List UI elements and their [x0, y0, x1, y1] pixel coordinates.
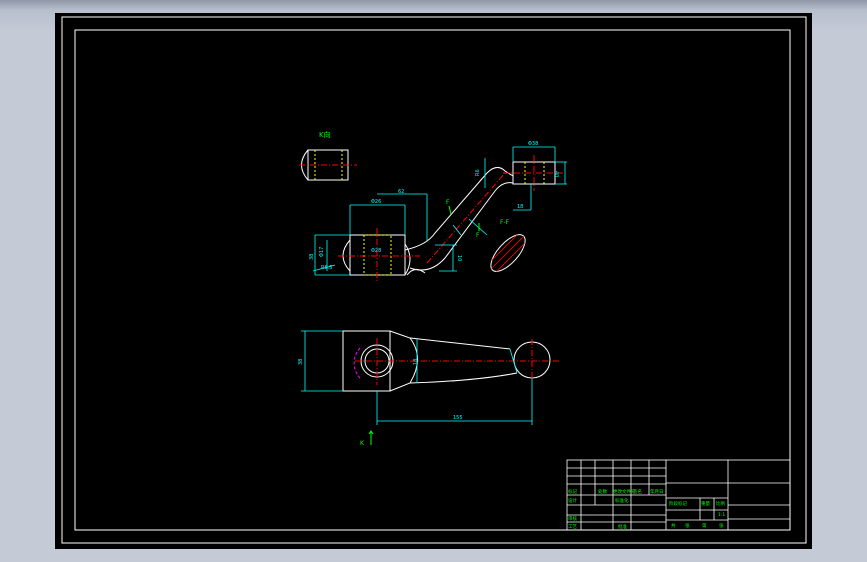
section-f-marks[interactable]: F F	[446, 199, 480, 239]
tb-no: 第	[702, 522, 707, 529]
tb-sheet-unit-1: 张	[685, 522, 690, 529]
k-view[interactable]: K向	[299, 130, 357, 181]
tb-approve: 批准	[618, 523, 627, 530]
svg-text:R6: R6	[475, 169, 481, 176]
svg-text:R6.5: R6.5	[321, 265, 332, 271]
outer-border	[61, 16, 807, 544]
tb-scale-value: 1:1	[718, 512, 725, 518]
drawing-sheet[interactable]: K向 Φ38 40 R6 18 Φ26 62 Φ28 38 Φ17 R6.5 1…	[55, 13, 812, 549]
svg-text:38: 38	[309, 254, 315, 260]
top-view[interactable]	[342, 330, 560, 392]
title-block-text: 标记 处数 更改文件号 签名 年月日 设计 标准化 审核 工艺 批准 阶段标记 …	[568, 488, 725, 530]
tb-standard: 标准化	[615, 497, 629, 504]
inner-border	[74, 29, 791, 531]
svg-text:10: 10	[456, 255, 462, 261]
section-view-label: F-F	[500, 219, 510, 226]
tb-sign: 签名	[633, 488, 642, 495]
svg-text:62: 62	[398, 189, 404, 195]
k-view-label: K向	[319, 130, 331, 139]
top-dimensions	[301, 330, 533, 425]
svg-text:Φ28: Φ28	[371, 248, 381, 254]
tb-total: 共	[671, 522, 676, 529]
tb-count: 处数	[598, 488, 607, 495]
title-block[interactable]	[566, 459, 791, 531]
tb-sheet-unit-2: 张	[719, 522, 724, 529]
section-ellipse	[490, 234, 526, 272]
svg-text:18: 18	[413, 359, 419, 365]
svg-text:Φ26: Φ26	[371, 199, 381, 205]
tb-review: 审核	[568, 515, 577, 522]
front-view[interactable]	[338, 155, 563, 283]
tb-mark: 标记	[568, 488, 577, 495]
top-dimension-text: 38 155 18	[298, 359, 463, 421]
cad-viewer: K向 Φ38 40 R6 18 Φ26 62 Φ28 38 Φ17 R6.5 1…	[0, 0, 867, 562]
svg-text:40: 40	[553, 171, 559, 177]
svg-text:155: 155	[453, 415, 463, 421]
tb-stage: 阶段标记	[669, 500, 687, 507]
svg-text:18: 18	[517, 204, 523, 210]
svg-text:Φ17: Φ17	[319, 247, 325, 257]
view-arrow-label: K	[360, 440, 365, 447]
svg-text:Φ38: Φ38	[528, 141, 538, 147]
tb-date: 年月日	[650, 488, 664, 495]
view-arrow-k[interactable]: K	[360, 430, 374, 447]
crank-arm	[404, 167, 514, 251]
tb-scale: 比例	[716, 500, 725, 507]
section-view-f-f[interactable]: F-F	[471, 209, 555, 293]
drawing-canvas: K向 Φ38 40 R6 18 Φ26 62 Φ28 38 Φ17 R6.5 1…	[61, 16, 807, 544]
tb-weight: 重量	[701, 500, 710, 507]
section-mark-top: F	[446, 199, 450, 206]
section-mark-bottom: F	[476, 232, 480, 239]
tb-design: 设计	[568, 497, 577, 504]
svg-text:38: 38	[298, 359, 304, 365]
tb-process: 工艺	[568, 524, 577, 530]
